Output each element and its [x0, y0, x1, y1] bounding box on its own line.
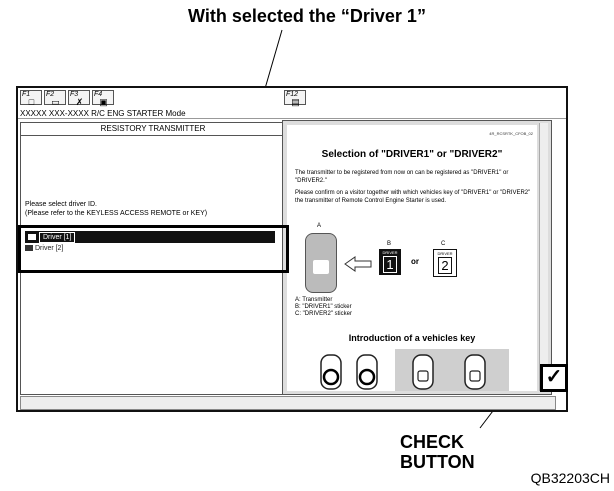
vehicle-key-icons	[309, 349, 486, 391]
driver2-sticker: DRIVER 2	[433, 249, 457, 277]
legend-a: A: Transmitter	[295, 297, 333, 303]
driver1-sticker: DRIVER 1	[379, 249, 401, 275]
check-button[interactable]: ✓	[540, 364, 568, 392]
legend-b: B: "DRIVER1" sticker	[295, 304, 352, 310]
document-title: Selection of "DRIVER1" or "DRIVER2"	[321, 149, 503, 160]
sticker-number: 2	[438, 257, 452, 274]
check-button-caption: CHECK BUTTON	[400, 432, 475, 472]
mode-title-bar: XXXXX XXX-XXXX R/C ENG STARTER Mode	[18, 108, 566, 119]
print-icon: ▤	[291, 97, 300, 107]
prompt-line-2: (Please refer to the KEYLESS ACCESS REMO…	[25, 210, 208, 217]
f4-button[interactable]: F4 ▣	[92, 90, 114, 107]
document-icon: □	[28, 97, 35, 107]
document-code: 4R_RCSRTK_CFOB_02	[489, 131, 533, 136]
or-text: or	[411, 257, 419, 266]
right-panel: 4R_RCSRTK_CFOB_02 Selection of "DRIVER1"…	[282, 120, 552, 395]
sticker-number: 1	[383, 256, 397, 273]
vehicle-icon: ▣	[99, 97, 108, 107]
legend-c: C: "DRIVER2" sticker	[295, 311, 352, 317]
f1-button[interactable]: F1 □	[20, 90, 42, 107]
tools-icon: ✗	[75, 97, 84, 107]
figure-code: QB32203CH	[530, 470, 610, 486]
document-subtitle: Introduction of a vehicles key	[348, 333, 476, 343]
caption-line-2: BUTTON	[400, 452, 475, 472]
f12-button[interactable]: F12 ▤	[284, 90, 306, 107]
toolbar: F1 □ F2 ▭ F3 ✗ F4 ▣ F12 ▤	[18, 88, 566, 109]
f3-button[interactable]: F3 ✗	[68, 90, 90, 107]
status-bar	[20, 396, 556, 410]
document-scrollbar[interactable]	[539, 123, 548, 391]
panel-title: RESISTORY TRANSMITTER	[21, 123, 285, 136]
check-icon: ✓	[545, 366, 563, 388]
label-a: A	[317, 223, 322, 229]
paragraph-2: Please confirm on a visitor together wit…	[295, 190, 531, 204]
vehicle-keys-image	[309, 349, 509, 391]
sticker-text: DRIVER	[382, 250, 398, 255]
transmitter-image	[305, 233, 337, 293]
arrow-left-icon	[344, 256, 372, 272]
sticker-text: DRIVER	[437, 251, 453, 256]
selection-highlight-box	[18, 225, 289, 273]
label-b: B	[387, 241, 392, 247]
prompt-line-1: Please select driver ID.	[25, 201, 97, 208]
paragraph-1: The transmitter to be registered from no…	[295, 170, 509, 184]
label-c: C	[441, 241, 446, 247]
car-icon: ▭	[51, 97, 60, 107]
instruction-document: 4R_RCSRTK_CFOB_02 Selection of "DRIVER1"…	[287, 125, 537, 391]
caption-line-1: CHECK	[400, 432, 465, 452]
f2-button[interactable]: F2 ▭	[44, 90, 66, 107]
